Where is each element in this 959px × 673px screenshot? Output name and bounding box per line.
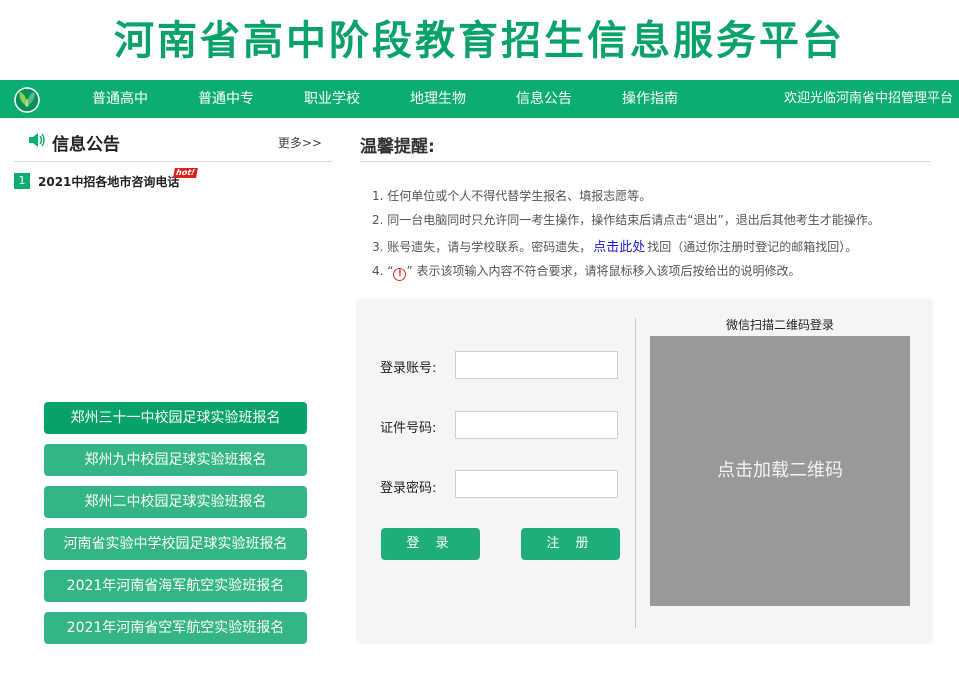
nav-item-vocational-school[interactable]: 职业学校 xyxy=(300,80,364,118)
welcome-text: 欢迎光临河南省中招管理平台 xyxy=(783,91,953,106)
login-button[interactable]: 登 录 xyxy=(381,528,480,560)
main-navbar: 普通高中 普通中专 职业学校 地理生物 信息公告 操作指南 欢迎光临河南省中招管… xyxy=(0,80,959,118)
register-button[interactable]: 注 册 xyxy=(521,528,620,560)
nav-item-general-high-school[interactable]: 普通高中 xyxy=(88,80,152,118)
zhengzhou-2-football-signup-button[interactable]: 郑州二中校园足球实验班报名 xyxy=(44,486,307,518)
henan-experimental-football-signup-button[interactable]: 河南省实验中学校园足球实验班报名 xyxy=(44,528,307,560)
leaf-logo-icon xyxy=(14,87,40,113)
tip-3-text-end: 找回（通过你注册时登记的邮箱找回）。 xyxy=(647,240,858,254)
tips-divider xyxy=(360,161,930,162)
notice-title: 信息公告 xyxy=(52,135,120,155)
nav-item-geography-biology[interactable]: 地理生物 xyxy=(406,80,470,118)
password-input[interactable] xyxy=(455,470,618,498)
id-number-input[interactable] xyxy=(455,411,618,439)
nav-item-general-vocational[interactable]: 普通中专 xyxy=(194,80,258,118)
login-panel: 登录账号: 证件号码: 登录密码: 登 录 注 册 微信扫描二维码登录 点击加载… xyxy=(358,300,931,642)
tip-2: 2. 同一台电脑同时只允许同一考生操作，操作结束后请点击“退出”，退出后其他考生… xyxy=(372,213,880,227)
tip-4: 4. “!” 表示该项输入内容不符合要求，请将鼠标移入该项后按给出的说明修改。 xyxy=(372,262,801,281)
tips-title: 温馨提醒: xyxy=(360,137,435,157)
nav-item-announcements[interactable]: 信息公告 xyxy=(512,80,576,118)
qr-caption: 微信扫描二维码登录 xyxy=(725,318,834,332)
tip-4-text-end: ” 表示该项输入内容不符合要求，请将鼠标移入该项后按给出的说明修改。 xyxy=(406,264,801,278)
password-label: 登录密码: xyxy=(380,481,437,496)
site-title: 河南省高中阶段教育招生信息服务平台 xyxy=(114,18,845,64)
notice-header: 信息公告 更多>> xyxy=(14,128,332,162)
speaker-icon xyxy=(29,133,45,147)
list-item[interactable]: 1 2021中招各地市咨询电话 hot! xyxy=(14,168,198,190)
tip-3: 3. 账号遗失，请与学校联系。密码遗失， 点击此处 找回（通过你注册时登记的邮箱找回… xyxy=(372,236,857,255)
warning-circle-icon: ! xyxy=(393,268,407,281)
zhengzhou-31-football-signup-button[interactable]: 郑州三十一中校园足球实验班报名 xyxy=(44,402,307,434)
nav-item-guide[interactable]: 操作指南 xyxy=(618,80,682,118)
airforce-aviation-signup-button[interactable]: 2021年河南省空军航空实验班报名 xyxy=(44,612,307,644)
account-label: 登录账号: xyxy=(380,361,437,376)
hot-badge: hot! xyxy=(173,168,198,178)
password-recovery-link[interactable]: 点击此处 xyxy=(593,240,645,255)
navy-aviation-signup-button[interactable]: 2021年河南省海军航空实验班报名 xyxy=(44,570,307,602)
zhengzhou-9-football-signup-button[interactable]: 郑州九中校园足球实验班报名 xyxy=(44,444,307,476)
list-item-title[interactable]: 2021中招各地市咨询电话 xyxy=(38,173,179,190)
account-input[interactable] xyxy=(455,351,618,379)
tip-4-text: 4. “ xyxy=(372,264,394,278)
tip-3-text: 3. 账号遗失，请与学校联系。密码遗失， xyxy=(372,240,592,254)
panel-divider xyxy=(635,318,636,628)
qr-code-load-button[interactable]: 点击加载二维码 xyxy=(650,336,910,606)
list-item-number: 1 xyxy=(14,173,30,189)
tip-1: 1. 任何单位或个人不得代替学生报名、填报志愿等。 xyxy=(372,189,652,203)
more-link[interactable]: 更多>> xyxy=(278,134,322,151)
id-number-label: 证件号码: xyxy=(380,421,437,436)
